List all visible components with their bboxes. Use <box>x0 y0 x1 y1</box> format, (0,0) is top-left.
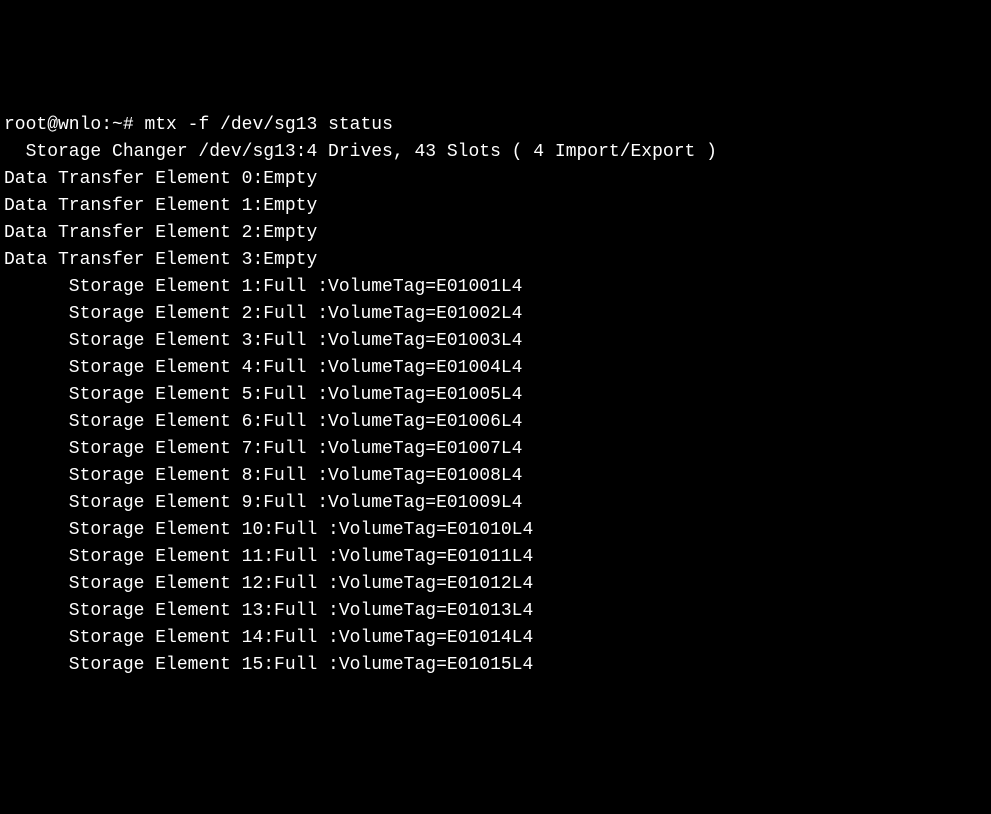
dte-line: Data Transfer Element 3:Empty <box>4 247 987 274</box>
storage-line: Storage Element 4:Full :VolumeTag=E01004… <box>4 355 987 382</box>
storage-line: Storage Element 7:Full :VolumeTag=E01007… <box>4 436 987 463</box>
storage-line: Storage Element 13:Full :VolumeTag=E0101… <box>4 598 987 625</box>
storage-line: Storage Element 2:Full :VolumeTag=E01002… <box>4 301 987 328</box>
storage-line: Storage Element 11:Full :VolumeTag=E0101… <box>4 544 987 571</box>
storage-line: Storage Element 15:Full :VolumeTag=E0101… <box>4 652 987 679</box>
dte-line: Data Transfer Element 2:Empty <box>4 220 987 247</box>
command-text: mtx -f /dev/sg13 status <box>144 115 392 135</box>
shell-prompt: root@wnlo:~# <box>4 115 144 135</box>
storage-line: Storage Element 9:Full :VolumeTag=E01009… <box>4 490 987 517</box>
command-line: root@wnlo:~# mtx -f /dev/sg13 status <box>4 112 987 139</box>
storage-line: Storage Element 14:Full :VolumeTag=E0101… <box>4 625 987 652</box>
storage-line: Storage Element 12:Full :VolumeTag=E0101… <box>4 571 987 598</box>
dte-line: Data Transfer Element 1:Empty <box>4 193 987 220</box>
storage-line: Storage Element 8:Full :VolumeTag=E01008… <box>4 463 987 490</box>
storage-line: Storage Element 6:Full :VolumeTag=E01006… <box>4 409 987 436</box>
storage-line: Storage Element 10:Full :VolumeTag=E0101… <box>4 517 987 544</box>
dte-line: Data Transfer Element 0:Empty <box>4 166 987 193</box>
storage-line: Storage Element 1:Full :VolumeTag=E01001… <box>4 274 987 301</box>
storage-line: Storage Element 3:Full :VolumeTag=E01003… <box>4 328 987 355</box>
terminal-output: root@wnlo:~# mtx -f /dev/sg13 status Sto… <box>4 112 987 679</box>
storage-line: Storage Element 5:Full :VolumeTag=E01005… <box>4 382 987 409</box>
changer-header: Storage Changer /dev/sg13:4 Drives, 43 S… <box>4 139 987 166</box>
